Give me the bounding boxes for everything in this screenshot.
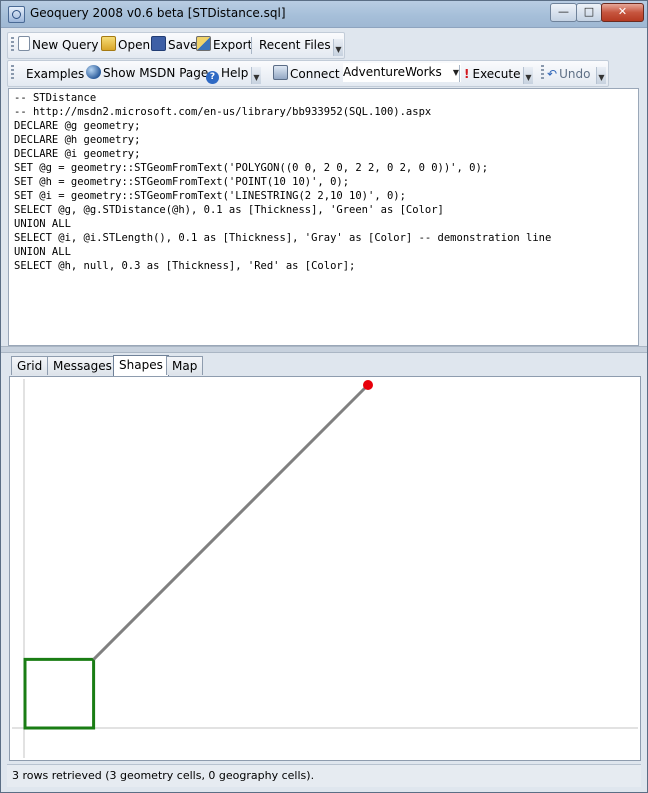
undo-button[interactable]: ↶ Undo — [547, 65, 590, 83]
point-shape[interactable] — [363, 380, 373, 390]
window-title: Geoquery 2008 v0.6 beta [STDistance.sql] — [30, 6, 286, 20]
save-label: Save — [168, 38, 198, 52]
code-line: UNION ALL — [14, 246, 71, 258]
new-query-button[interactable]: New Query — [18, 36, 98, 54]
open-folder-icon — [101, 36, 116, 51]
code-line: SELECT @g, @g.STDistance(@h), 0.1 as [Th… — [14, 204, 444, 216]
code-line: DECLARE @g geometry; — [14, 120, 141, 132]
new-query-label: New Query — [32, 38, 99, 52]
database-dropdown[interactable]: AdventureWorks ▼ — [343, 63, 461, 82]
show-msdn-label: Show MSDN Page — [103, 66, 209, 80]
save-disk-icon — [151, 36, 166, 51]
code-line: DECLARE @i geometry; — [14, 148, 141, 160]
connect-button[interactable]: Connect — [273, 65, 340, 83]
code-line: -- http://msdn2.microsoft.com/en-us/libr… — [14, 106, 432, 118]
execute-exclamation-icon: ! — [464, 67, 470, 81]
maximize-icon: □ — [583, 5, 595, 18]
shapes-panel[interactable] — [9, 376, 641, 761]
toolbar-overflow-chevron[interactable]: ▼ — [251, 67, 261, 84]
query-toolbar: Examples Show MSDN Page ? Help ▼ Connect … — [7, 60, 609, 87]
tab-map[interactable]: Map — [166, 356, 204, 375]
maximize-button[interactable]: □ — [576, 3, 602, 22]
tab-messages[interactable]: Messages — [47, 356, 118, 375]
toolbar-grip[interactable] — [11, 37, 14, 53]
show-msdn-page-button[interactable]: Show MSDN Page — [86, 64, 208, 82]
pane-splitter[interactable] — [1, 346, 647, 353]
code-line: -- STDistance — [14, 92, 97, 104]
minimize-icon: — — [558, 5, 569, 18]
minimize-button[interactable]: — — [550, 3, 577, 22]
code-line: SELECT @i, @i.STLength(), 0.1 as [Thickn… — [14, 232, 552, 244]
execute-label: Execute — [472, 67, 521, 81]
execute-button[interactable]: ! Execute — [464, 65, 520, 83]
toolbar-overflow-chevron[interactable]: ▼ — [596, 67, 606, 84]
title-bar[interactable]: Geoquery 2008 v0.6 beta [STDistance.sql]… — [1, 1, 647, 28]
code-line: SET @i = geometry::STGeomFromText('LINES… — [14, 190, 406, 202]
undo-label: Undo — [559, 67, 591, 81]
status-bar: 3 rows retrieved (3 geometry cells, 0 ge… — [7, 764, 641, 787]
toolbar-overflow-chevron[interactable]: ▼ — [333, 39, 343, 56]
sql-code: -- STDistance -- http://msdn2.microsoft.… — [9, 89, 638, 273]
code-line: UNION ALL — [14, 218, 71, 230]
database-selected-value: AdventureWorks — [343, 65, 442, 79]
help-icon: ? — [206, 71, 219, 84]
toolbar-grip[interactable] — [541, 65, 544, 81]
recent-files-label: Recent Files — [259, 38, 331, 52]
export-button[interactable]: Export — [196, 36, 252, 54]
tab-grid[interactable]: Grid — [11, 356, 49, 375]
code-line: SET @h = geometry::STGeomFromText('POINT… — [14, 176, 350, 188]
recent-files-button[interactable]: Recent Files — [259, 36, 331, 54]
toolbar-separator — [459, 65, 460, 82]
code-line: SET @g = geometry::STGeomFromText('POLYG… — [14, 162, 489, 174]
help-button[interactable]: ? Help — [206, 64, 249, 84]
help-label: Help — [221, 66, 249, 80]
file-toolbar: New Query Open Save Export Recent Files … — [7, 32, 345, 59]
code-line: SELECT @h, null, 0.3 as [Thickness], 'Re… — [14, 260, 356, 272]
open-label: Open — [118, 38, 151, 52]
connect-label: Connect — [290, 67, 340, 81]
save-button[interactable]: Save — [151, 36, 197, 54]
status-text: 3 rows retrieved (3 geometry cells, 0 ge… — [12, 769, 315, 782]
msdn-globe-icon — [86, 65, 101, 79]
shapes-canvas — [12, 379, 638, 758]
app-icon — [8, 6, 25, 23]
close-icon: ✕ — [617, 5, 628, 18]
code-line: DECLARE @h geometry; — [14, 134, 141, 146]
tab-shapes[interactable]: Shapes — [113, 355, 169, 376]
toolbar-separator — [251, 37, 252, 54]
close-button[interactable]: ✕ — [601, 3, 644, 22]
toolbar-overflow-chevron[interactable]: ▼ — [523, 67, 533, 84]
open-button[interactable]: Open — [101, 36, 150, 54]
polygon-shape[interactable] — [23, 657, 96, 730]
export-icon — [196, 36, 211, 51]
new-document-icon — [18, 36, 30, 51]
sql-editor[interactable]: -- STDistance -- http://msdn2.microsoft.… — [8, 88, 639, 346]
line-shape[interactable] — [92, 383, 370, 661]
app-window: Geoquery 2008 v0.6 beta [STDistance.sql]… — [0, 0, 648, 793]
connect-computer-icon — [273, 65, 288, 80]
export-label: Export — [213, 38, 253, 52]
toolbar-grip[interactable] — [11, 65, 14, 81]
undo-arrow-icon: ↶ — [547, 67, 558, 81]
examples-label: Examples — [26, 67, 85, 81]
examples-button[interactable]: Examples — [26, 65, 84, 83]
